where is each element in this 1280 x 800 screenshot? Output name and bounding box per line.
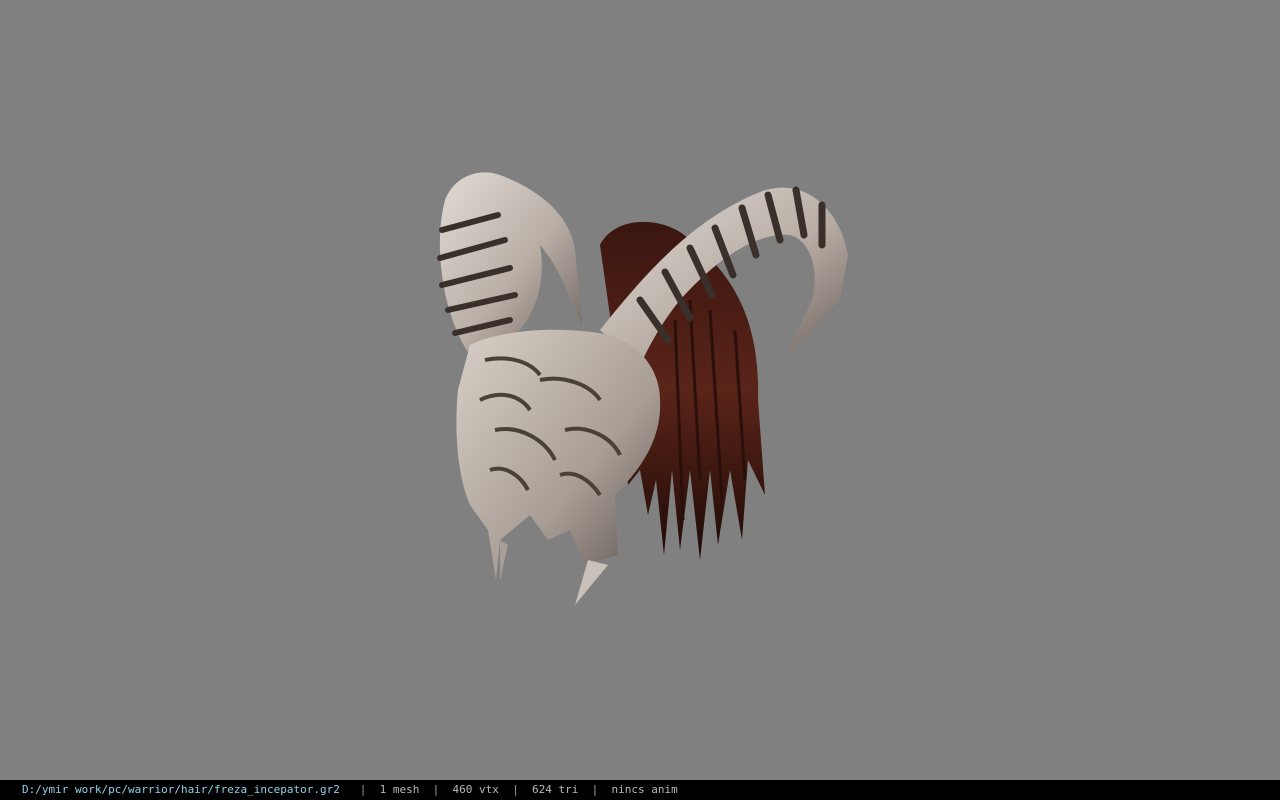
status-separator: | bbox=[591, 783, 599, 796]
model-render bbox=[437, 172, 848, 605]
status-bar: D:/ymir work/pc/warrior/hair/freza_incep… bbox=[0, 780, 1280, 800]
status-separator: | bbox=[512, 783, 519, 796]
status-file-path: D:/ymir work/pc/warrior/hair/freza_incep… bbox=[22, 783, 340, 796]
status-separator: | bbox=[359, 783, 367, 796]
left-horn bbox=[437, 172, 582, 355]
status-triangle-count: 624 tri bbox=[532, 783, 579, 796]
status-vertex-count: 460 vtx bbox=[452, 783, 499, 796]
status-mesh-count: 1 mesh bbox=[379, 783, 420, 796]
3d-viewport[interactable] bbox=[0, 0, 1280, 780]
skull-face bbox=[456, 329, 661, 605]
status-separator: | bbox=[432, 783, 440, 796]
status-anim-status: nincs anim bbox=[611, 783, 678, 796]
